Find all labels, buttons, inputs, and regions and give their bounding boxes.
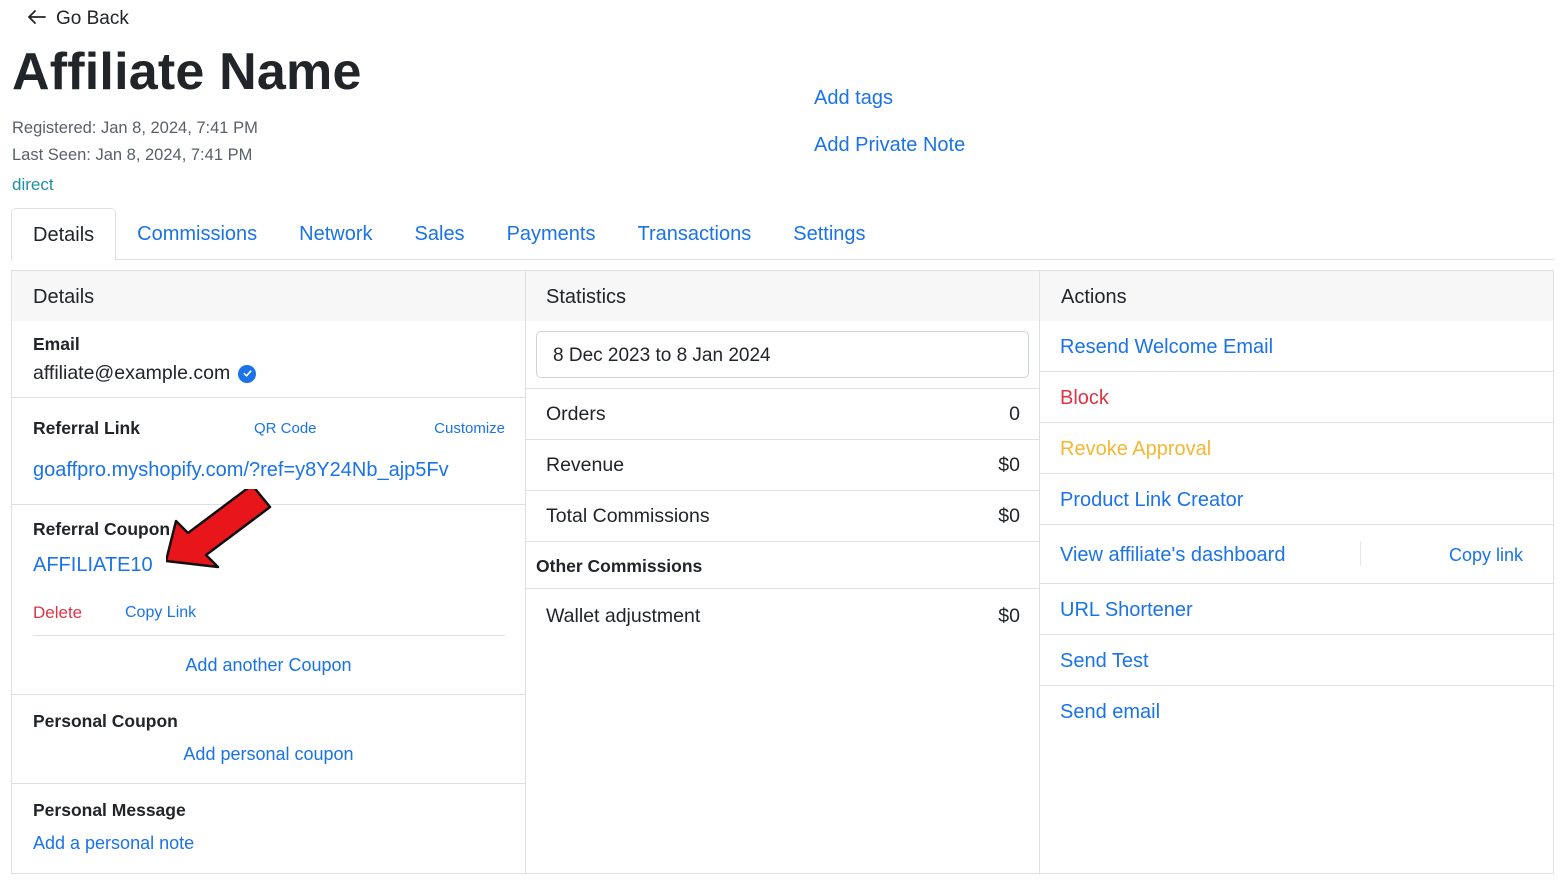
other-commissions-heading: Other Commissions — [526, 542, 1039, 589]
add-personal-note-link[interactable]: Add a personal note — [33, 833, 194, 854]
stat-value: $0 — [998, 604, 1020, 627]
add-tags-link[interactable]: Add tags — [814, 87, 893, 110]
stat-label: Total Commissions — [546, 504, 710, 527]
send-email-action[interactable]: Send email — [1040, 686, 1553, 737]
referral-link-url[interactable]: goaffpro.myshopify.com/?ref=y8Y24Nb_ajp5… — [33, 459, 449, 482]
stat-value: $0 — [998, 504, 1020, 527]
email-label: Email — [33, 334, 80, 354]
go-back-label: Go Back — [56, 8, 129, 29]
send-test-action[interactable]: Send Test — [1040, 635, 1553, 686]
tab-bar: Details Commissions Network Sales Paymen… — [11, 208, 1554, 261]
tab-payments[interactable]: Payments — [486, 208, 617, 260]
registered-date: Registered: Jan 8, 2024, 7:41 PM — [12, 119, 258, 137]
tab-sales[interactable]: Sales — [394, 208, 486, 260]
stat-row-wallet-adjustment: Wallet adjustment $0 — [526, 589, 1039, 643]
block-action[interactable]: Block — [1040, 372, 1553, 423]
referral-link-label: Referral Link — [33, 418, 140, 438]
tab-transactions[interactable]: Transactions — [617, 208, 773, 260]
personal-coupon-section: Personal Coupon Add personal coupon — [12, 695, 525, 784]
coupon-delete-button[interactable]: Delete — [33, 603, 82, 623]
product-link-creator-action[interactable]: Product Link Creator — [1040, 474, 1553, 525]
personal-coupon-label: Personal Coupon — [33, 711, 178, 731]
coupon-copy-link[interactable]: Copy Link — [125, 604, 196, 622]
stat-label: Revenue — [546, 453, 625, 476]
details-card: Details Email affiliate@example.com Refe… — [12, 271, 526, 873]
date-range-picker[interactable]: 8 Dec 2023 to 8 Jan 2024 — [536, 331, 1029, 378]
statistics-card: Statistics 8 Dec 2023 to 8 Jan 2024 Orde… — [526, 271, 1040, 873]
tab-settings[interactable]: Settings — [772, 208, 886, 260]
page-title: Affiliate Name — [12, 43, 362, 101]
stat-label: Orders — [546, 402, 606, 425]
email-section: Email affiliate@example.com — [12, 321, 525, 398]
copy-dashboard-link-button[interactable]: Copy link — [1449, 525, 1523, 585]
add-another-coupon-link[interactable]: Add another Coupon — [12, 655, 525, 676]
personal-message-section: Personal Message Add a personal note — [12, 784, 525, 874]
url-shortener-action[interactable]: URL Shortener — [1040, 584, 1553, 635]
go-back-link[interactable]: Go Back — [28, 8, 129, 30]
coupon-code-link[interactable]: AFFILIATE10 — [33, 554, 153, 577]
tab-network[interactable]: Network — [278, 208, 393, 260]
view-dashboard-action[interactable]: View affiliate's dashboard — [1060, 544, 1285, 566]
email-value: affiliate@example.com — [33, 362, 231, 384]
tab-details[interactable]: Details — [11, 208, 117, 261]
source-badge: direct — [12, 175, 54, 194]
coupon-actions: Delete Copy Link — [33, 603, 505, 636]
stat-row-total-commissions: Total Commissions $0 — [526, 491, 1039, 542]
revoke-approval-action[interactable]: Revoke Approval — [1040, 423, 1553, 474]
verified-check-icon — [238, 364, 257, 383]
divider — [1360, 541, 1361, 566]
stat-rows: Orders 0 Revenue $0 Total Commissions $0… — [526, 388, 1039, 643]
view-dashboard-action-row: View affiliate's dashboard Copy link — [1040, 525, 1553, 584]
actions-card-header: Actions — [1040, 271, 1553, 321]
tab-commissions[interactable]: Commissions — [116, 208, 278, 260]
details-card-header: Details — [12, 271, 525, 321]
add-personal-coupon-link[interactable]: Add personal coupon — [12, 744, 525, 765]
stat-value: $0 — [998, 453, 1020, 476]
stat-label: Wallet adjustment — [546, 604, 701, 627]
stat-row-revenue: Revenue $0 — [526, 440, 1039, 491]
stat-row-orders: Orders 0 — [526, 389, 1039, 440]
email-value-row: affiliate@example.com — [33, 362, 257, 385]
personal-message-label: Personal Message — [33, 800, 186, 820]
add-private-note-link[interactable]: Add Private Note — [814, 134, 965, 157]
resend-welcome-email-action[interactable]: Resend Welcome Email — [1040, 321, 1553, 372]
statistics-card-header: Statistics — [526, 271, 1039, 321]
annotation-arrow-icon — [166, 489, 272, 569]
qr-code-link[interactable]: QR Code — [254, 420, 317, 437]
last-seen-date: Last Seen: Jan 8, 2024, 7:41 PM — [12, 146, 253, 164]
stat-value: 0 — [1009, 402, 1020, 425]
actions-card: Actions Resend Welcome Email Block Revok… — [1040, 271, 1553, 873]
referral-coupon-label: Referral Coupon — [33, 519, 171, 539]
arrow-left-icon — [28, 8, 46, 30]
cards-container: Details Email affiliate@example.com Refe… — [11, 270, 1554, 874]
customize-link[interactable]: Customize — [434, 420, 505, 437]
referral-coupon-section: Referral Coupon AFFILIATE10 Delete Copy … — [12, 489, 525, 695]
